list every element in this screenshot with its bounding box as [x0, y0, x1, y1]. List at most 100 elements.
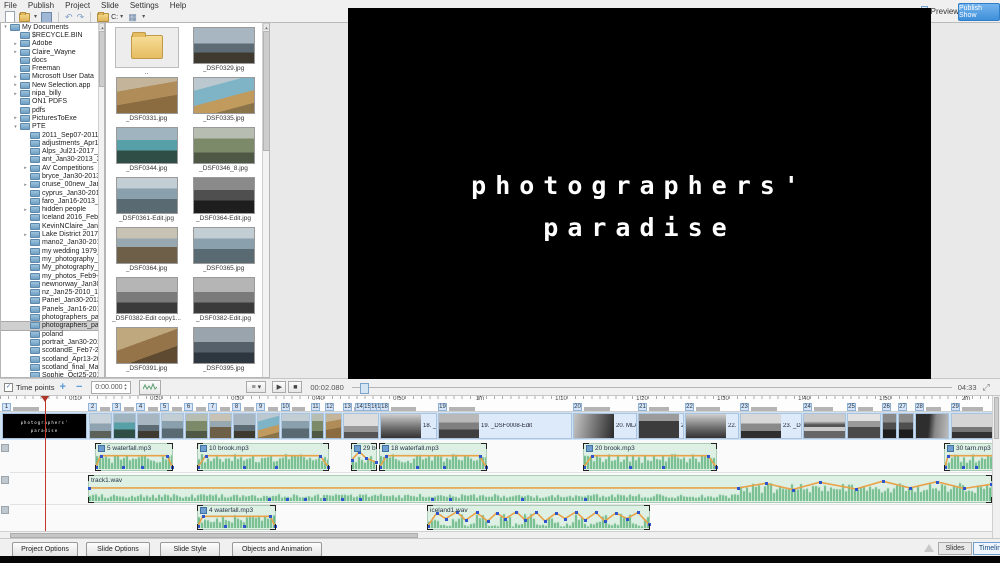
play-button[interactable]: ▶	[272, 381, 286, 393]
tree-item[interactable]: ▸Microsoft User Data	[1, 73, 104, 81]
slide-number-marker[interactable]: 11	[311, 403, 320, 411]
audio-clip[interactable]: 20 brook.mp3	[583, 443, 717, 471]
slide-number-marker[interactable]: 20	[573, 403, 582, 411]
slide-number-marker[interactable]: 7	[208, 403, 217, 411]
footer-button-slide-options[interactable]: Slide Options	[86, 542, 150, 557]
file-thumbnail-cell[interactable]: _DSF0344.jpg	[108, 125, 185, 175]
keyframe-point[interactable]	[737, 487, 740, 490]
keyframe-point[interactable]	[443, 466, 446, 469]
drive-selector[interactable]: C: ▾	[97, 13, 123, 22]
tree-expander-icon[interactable]: ▸	[23, 232, 28, 238]
keyframe-point[interactable]	[662, 466, 665, 469]
tree-expander-icon[interactable]: ▾	[13, 124, 18, 130]
photo-thumbnail[interactable]	[116, 227, 178, 264]
undo-icon[interactable]: ↶	[65, 12, 73, 23]
timeline-slide[interactable]	[113, 413, 136, 439]
slide-number-marker[interactable]: 23	[740, 403, 749, 411]
keyframe-point[interactable]	[496, 512, 499, 515]
file-thumbnail-cell[interactable]: _DSF0365.jpg	[185, 225, 262, 275]
tree-item[interactable]: ▸hidden people	[1, 206, 104, 214]
timeline-slide[interactable]	[233, 413, 256, 439]
expand-timeline-icon[interactable]: ⤢	[983, 382, 990, 393]
stop-button[interactable]: ■	[288, 381, 302, 393]
photo-thumbnail[interactable]	[116, 77, 178, 114]
footer-button-slide-style[interactable]: Slide Style	[160, 542, 220, 557]
keyframe-point[interactable]	[626, 518, 629, 521]
audio-clip[interactable]: track1.wav	[88, 475, 992, 503]
keyframe-point[interactable]	[465, 519, 468, 522]
tree-expander-icon[interactable]: ▸	[13, 49, 18, 55]
file-thumbnail-cell[interactable]: _DSF0391.jpg	[108, 325, 185, 375]
spin-arrows-icon[interactable]: ▲▼	[124, 383, 128, 391]
slide-number-marker[interactable]: 25	[847, 403, 856, 411]
timeline-horizontal-scrollbar[interactable]	[0, 531, 992, 538]
tree-item[interactable]: Iceland 2016_Feb29-2016_17	[1, 214, 104, 222]
keyframe-point[interactable]	[909, 487, 912, 490]
tree-item[interactable]: adjustments_Apr13-2012_20-	[1, 139, 104, 147]
keyframe-point[interactable]	[166, 455, 169, 458]
open-project-icon[interactable]	[19, 12, 30, 22]
timeline-slide[interactable]: 19. _DSF0008-Edit	[438, 413, 572, 439]
tree-expander-icon[interactable]: ▸	[13, 115, 18, 121]
tree-item[interactable]: 2011_Sep07-2011_23-59-37	[1, 131, 104, 139]
photo-thumbnail[interactable]	[193, 277, 255, 314]
view-mode-caret-icon[interactable]: ▾	[142, 14, 145, 20]
file-thumbnail-cell[interactable]: _DSF0335.jpg	[185, 75, 262, 125]
tree-expander-icon[interactable]: ▸	[13, 82, 18, 88]
track-header-icon[interactable]	[1, 506, 9, 514]
zoom-slider[interactable]	[352, 382, 952, 392]
keyframe-point[interactable]	[962, 466, 965, 469]
keyframe-point[interactable]	[975, 466, 978, 469]
keyframe-point[interactable]	[515, 511, 518, 514]
keyframe-point[interactable]	[323, 498, 326, 501]
keyframe-point[interactable]	[375, 461, 378, 464]
footer-button-objects-and-animation[interactable]: Objects and Animation	[232, 542, 322, 557]
file-thumbnail-cell[interactable]: _DSF0364-Edit.jpg	[185, 175, 262, 225]
tree-item[interactable]: pdfs	[1, 106, 104, 114]
keyframe-point[interactable]	[365, 457, 368, 460]
slide-number-marker[interactable]: 18	[380, 403, 389, 411]
track-list-button[interactable]: ≡ ▾	[246, 381, 266, 393]
save-icon[interactable]	[41, 12, 52, 22]
menu-item-settings[interactable]: Settings	[130, 1, 159, 10]
tree-expander-icon[interactable]: ▸	[13, 74, 18, 80]
timeline-slide[interactable]: 20. MLAAG	[573, 413, 637, 439]
keyframe-point[interactable]	[141, 466, 144, 469]
timeline-slide[interactable]	[281, 413, 310, 439]
tree-expander-icon[interactable]: ▸	[23, 165, 28, 171]
keyframe-point[interactable]	[544, 520, 547, 523]
tree-item[interactable]: newnorway_Jan30-2013_2-4	[1, 280, 104, 288]
tree-item[interactable]: My_photography_Jan16-201	[1, 264, 104, 272]
keyframe-point[interactable]	[416, 466, 419, 469]
timeline-slide[interactable]	[209, 413, 232, 439]
keyframe-point[interactable]	[487, 520, 490, 523]
keyframe-point[interactable]	[584, 519, 587, 522]
tree-expander-icon[interactable]: ▾	[3, 24, 8, 30]
tree-item[interactable]: bryce_Jan30-2013_3-17-19	[1, 172, 104, 180]
keyframe-point[interactable]	[629, 466, 632, 469]
timeline-slide[interactable]	[325, 413, 342, 439]
timeline-slide[interactable]	[915, 413, 949, 439]
keyframe-point[interactable]	[947, 455, 950, 458]
menu-item-project[interactable]: Project	[65, 1, 90, 10]
playhead-marker[interactable]	[41, 396, 49, 402]
keyframe-point[interactable]	[637, 511, 640, 514]
timeline-slide[interactable]: 23. _DSF	[740, 413, 802, 439]
audio-clip[interactable]: 29 b	[351, 443, 377, 471]
photo-thumbnail[interactable]	[116, 177, 178, 214]
files-scrollbar[interactable]: ▲	[262, 23, 270, 377]
photo-thumbnail[interactable]	[193, 327, 255, 364]
tree-item[interactable]: portrait_Jan30-2013_2-47-19	[1, 338, 104, 346]
timeline-ruler[interactable]: 0:100:200:300:400:501m1:101:201:301:401:…	[0, 396, 992, 412]
slide-number-marker[interactable]: 21	[638, 403, 647, 411]
keyframe-point[interactable]	[202, 515, 205, 518]
slide-number-marker[interactable]: 27	[898, 403, 907, 411]
tree-item[interactable]: ant_Jan30-2013_3-40-57	[1, 156, 104, 164]
tree-item[interactable]: Panel_Jan30-2013_2-45-10	[1, 297, 104, 305]
keyframe-point[interactable]	[595, 511, 598, 514]
file-thumbnail-cell[interactable]: ..	[108, 25, 185, 75]
tree-item[interactable]: ▸cruise_00new_Jan30-2013_1	[1, 181, 104, 189]
slide-number-marker[interactable]: 12	[325, 403, 334, 411]
slide-number-marker[interactable]: 19	[438, 403, 447, 411]
view-mode-icon[interactable]: ▦	[127, 12, 138, 22]
